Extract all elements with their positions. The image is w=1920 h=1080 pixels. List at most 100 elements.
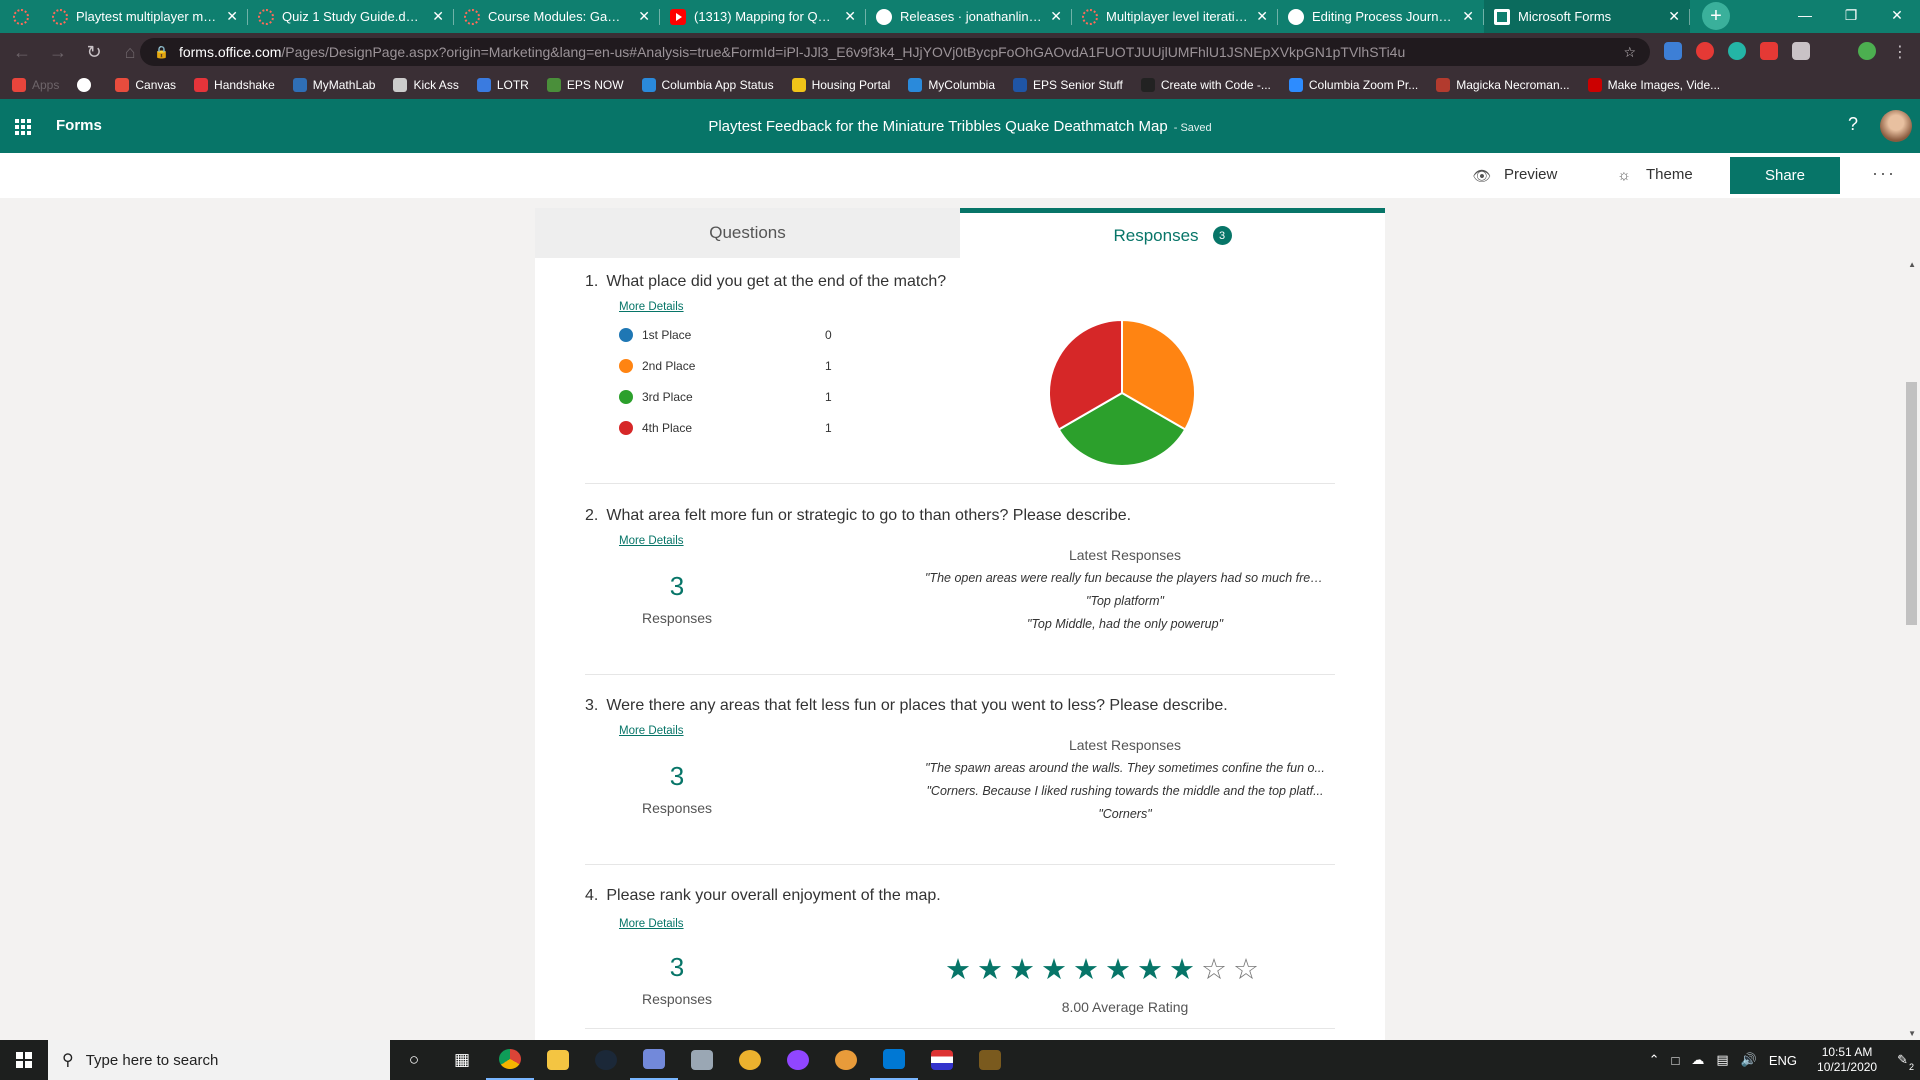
theme-button[interactable]: ☼ Theme — [1614, 166, 1693, 184]
bookmark-star-icon[interactable]: ☆ — [1623, 44, 1636, 61]
app-taskbar-icon[interactable] — [822, 1040, 870, 1080]
more-details-link[interactable]: More Details — [619, 725, 684, 737]
new-tab-button[interactable]: + — [1702, 2, 1730, 30]
bookmark-item[interactable]: Kick Ass — [393, 78, 459, 92]
close-tab-icon[interactable]: ✕ — [432, 8, 444, 25]
bookmark-item[interactable]: MyMathLab — [292, 78, 375, 92]
question-4-summary: 4. Please rank your overall enjoyment of … — [585, 887, 1335, 1037]
close-tab-icon[interactable]: ✕ — [1050, 8, 1062, 25]
browser-menu-icon[interactable]: ⋮ — [1892, 42, 1908, 62]
tab-questions[interactable]: Questions — [535, 208, 960, 258]
browser-tab[interactable]: Playtest multiplayer maps ✕ — [42, 0, 248, 33]
profile-icon[interactable] — [1858, 42, 1876, 60]
app-taskbar-icon[interactable] — [966, 1040, 1014, 1080]
browser-tab[interactable]: Editing Process Journal · S ✕ — [1278, 0, 1484, 33]
network-icon[interactable]: □ — [1672, 1053, 1680, 1068]
more-details-link[interactable]: More Details — [619, 918, 684, 930]
bookmark-item[interactable]: EPS NOW — [546, 78, 624, 92]
page-scrollbar[interactable]: ▲ ▼ — [1903, 258, 1920, 1040]
extension-icon[interactable] — [1728, 42, 1746, 60]
steam-icon[interactable] — [582, 1040, 630, 1080]
legend-swatch — [619, 328, 633, 342]
bookmark-icon — [791, 78, 806, 92]
bookmark-item[interactable]: EPS Senior Stuff — [1013, 78, 1123, 92]
bookmark-item[interactable]: Columbia App Status — [641, 78, 774, 92]
close-tab-icon[interactable]: ✕ — [1462, 8, 1474, 25]
browser-tab[interactable]: Quiz 1 Study Guide.docx ✕ — [248, 0, 454, 33]
more-details-link[interactable]: More Details — [619, 301, 684, 313]
tab-responses[interactable]: Responses 3 — [960, 208, 1385, 258]
share-button[interactable]: Share — [1730, 157, 1840, 194]
chevron-up-icon[interactable]: ⌃ — [1649, 1052, 1660, 1068]
bookmark-item[interactable]: Make Images, Vide... — [1587, 78, 1720, 92]
extension-icon[interactable] — [1760, 42, 1778, 60]
divider — [585, 1028, 1335, 1029]
file-explorer-icon[interactable] — [534, 1040, 582, 1080]
bookmark-item[interactable] — [77, 78, 97, 92]
twitch-icon[interactable] — [774, 1040, 822, 1080]
start-button[interactable] — [0, 1040, 48, 1080]
more-details-link[interactable]: More Details — [619, 535, 684, 547]
taskbar-search[interactable]: ⚲ Type here to search — [48, 1040, 390, 1080]
mail-icon[interactable] — [870, 1040, 918, 1080]
address-bar[interactable]: 🔒 forms.office.com/Pages/DesignPage.aspx… — [140, 38, 1650, 66]
app-taskbar-icon[interactable] — [918, 1040, 966, 1080]
clock-time: 10:51 AM — [1821, 1045, 1873, 1059]
bookmark-item[interactable]: Housing Portal — [791, 78, 890, 92]
bookmark-item[interactable]: Canvas — [115, 78, 176, 92]
clock[interactable]: 10:51 AM 10/21/2020 — [1817, 1045, 1877, 1075]
bookmark-item[interactable]: Apps — [12, 78, 59, 92]
scrollbar-thumb[interactable] — [1906, 382, 1917, 625]
close-tab-icon[interactable]: ✕ — [638, 8, 650, 25]
reload-icon[interactable]: ↻ — [80, 42, 108, 63]
star-filled-icon: ★ — [1041, 954, 1067, 986]
scroll-up-icon[interactable]: ▲ — [1908, 260, 1916, 269]
language-indicator[interactable]: ENG — [1769, 1053, 1797, 1068]
forward-icon[interactable]: → — [44, 42, 72, 63]
avatar[interactable] — [1880, 110, 1912, 142]
cortana-icon[interactable]: ○ — [390, 1040, 438, 1080]
browser-tab[interactable]: (1313) Mapping for Quake ✕ — [660, 0, 866, 33]
slack-icon[interactable] — [726, 1040, 774, 1080]
notification-icon[interactable]: ✎ 2 — [1897, 1052, 1914, 1072]
close-tab-icon[interactable]: ✕ — [226, 8, 238, 25]
scroll-down-icon[interactable]: ▼ — [1908, 1029, 1916, 1038]
discord-icon[interactable] — [630, 1040, 678, 1080]
close-tab-icon[interactable]: ✕ — [1668, 8, 1680, 25]
extension-icon[interactable] — [1664, 42, 1682, 60]
bookmark-item[interactable]: Magicka Necroman... — [1436, 78, 1570, 92]
bookmark-item[interactable]: MyColumbia — [908, 78, 995, 92]
app-taskbar-icon[interactable] — [678, 1040, 726, 1080]
bookmark-item[interactable]: LOTR — [476, 78, 529, 92]
bookmark-item[interactable]: Create with Code -... — [1140, 78, 1271, 92]
preview-button[interactable]: 👁 Preview — [1472, 166, 1557, 185]
close-window-icon[interactable]: ✕ — [1874, 0, 1920, 30]
puzzle-icon[interactable] — [1792, 42, 1810, 60]
back-icon[interactable]: ← — [8, 42, 36, 63]
star-filled-icon: ★ — [945, 954, 971, 986]
bookmark-item[interactable]: Handshake — [194, 78, 275, 92]
bookmark-item[interactable]: Columbia Zoom Pr... — [1288, 78, 1418, 92]
tab-label: Playtest multiplayer maps — [76, 9, 219, 24]
close-tab-icon[interactable]: ✕ — [844, 8, 856, 25]
close-tab-icon[interactable]: ✕ — [1256, 8, 1268, 25]
browser-tab[interactable]: Course Modules: Game De ✕ — [454, 0, 660, 33]
browser-tab[interactable]: Microsoft Forms ✕ — [1484, 0, 1690, 33]
display-icon[interactable]: ▤ — [1716, 1052, 1728, 1068]
browser-tab[interactable]: Multiplayer level iteration ✕ — [1072, 0, 1278, 33]
minimize-icon[interactable]: — — [1782, 0, 1828, 30]
pie-chart — [1048, 318, 1196, 467]
restore-icon[interactable]: ❐ — [1828, 0, 1874, 30]
cloud-icon[interactable]: ☁ — [1691, 1052, 1704, 1068]
chrome-taskbar-icon[interactable] — [486, 1040, 534, 1080]
tab-search-button[interactable] — [0, 0, 42, 33]
browser-tab[interactable]: Releases · jonathanlinat/qu ✕ — [866, 0, 1072, 33]
task-view-icon[interactable]: ▦ — [438, 1040, 486, 1080]
response-item: "Corners. Because I liked rushing toward… — [926, 784, 1324, 798]
more-options-icon[interactable]: ··· — [1872, 163, 1896, 184]
tab-label: Course Modules: Game De — [488, 9, 631, 24]
extension-icon[interactable] — [1696, 42, 1714, 60]
bookmark-label: Kick Ass — [413, 78, 459, 92]
volume-icon[interactable]: 🔊 — [1741, 1052, 1757, 1068]
help-icon[interactable]: ? — [1848, 114, 1858, 135]
